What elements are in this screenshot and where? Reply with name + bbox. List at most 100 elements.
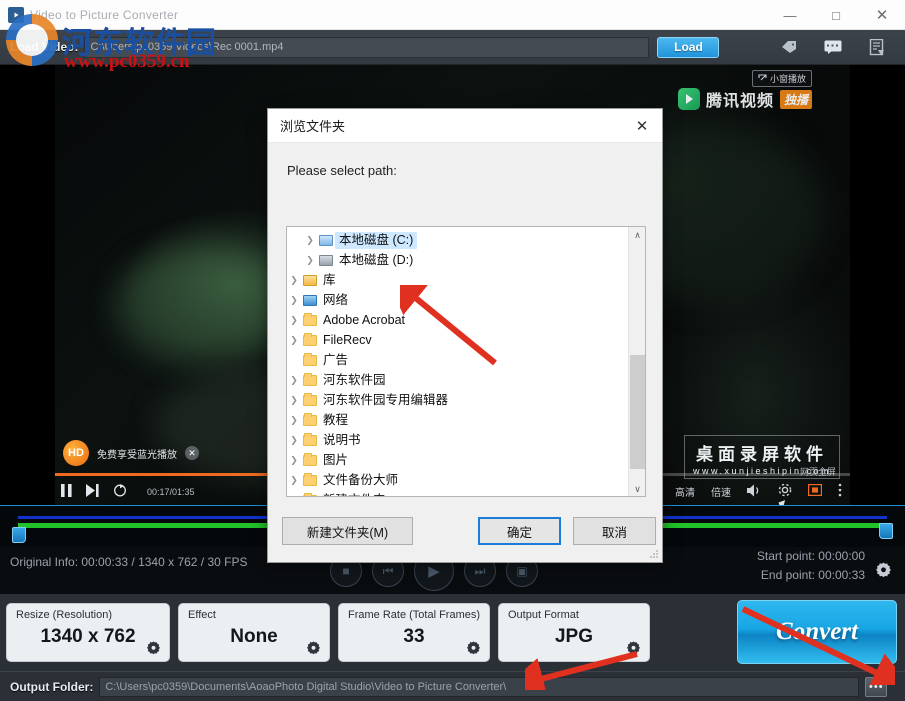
tree-item-label: 库 bbox=[319, 272, 340, 289]
ok-button[interactable]: 确定 bbox=[478, 517, 561, 545]
expand-chevron-icon[interactable]: ❯ bbox=[287, 335, 301, 346]
tree-item[interactable]: ❯ 文件备份大师 bbox=[287, 470, 630, 490]
expand-chevron-icon: ❯ bbox=[287, 495, 301, 498]
tree-item[interactable]: ❯河东软件园 bbox=[287, 370, 630, 390]
cancel-button[interactable]: 取消 bbox=[573, 517, 656, 545]
comment-icon[interactable] bbox=[823, 37, 843, 57]
next-track-icon[interactable] bbox=[86, 484, 99, 500]
more-options-icon[interactable] bbox=[838, 483, 842, 500]
tree-item[interactable]: ❯河东软件园专用编辑器 bbox=[287, 390, 630, 410]
card-frame-rate[interactable]: Frame Rate (Total Frames) 33 bbox=[338, 603, 490, 662]
tree-item-label: 文件备份大师 bbox=[319, 472, 402, 489]
tree-item[interactable]: ❯ 本地磁盘 (D:) bbox=[287, 250, 630, 270]
play-badge-icon bbox=[678, 88, 700, 110]
pause-icon[interactable] bbox=[61, 484, 72, 500]
hd-close-icon[interactable]: ✕ bbox=[185, 446, 199, 460]
tree-item-label: 本地磁盘 (D:) bbox=[335, 252, 417, 269]
toolbar-icons bbox=[779, 37, 887, 57]
tree-item[interactable]: ❯本地磁盘 (C:) bbox=[287, 230, 630, 250]
webpage-fullscreen-icon[interactable] bbox=[808, 484, 822, 499]
tree-item[interactable]: ❯ FileRecv bbox=[287, 330, 630, 350]
folder-icon bbox=[301, 495, 319, 498]
trim-points: Start point: 00:00:00 End point: 00:00:3… bbox=[757, 547, 865, 585]
tree-item[interactable]: ❯ 新建文件夹 bbox=[287, 490, 630, 497]
tree-item[interactable]: ❯教程 bbox=[287, 410, 630, 430]
repeat-icon[interactable] bbox=[113, 483, 127, 500]
card-output-format-gear-icon[interactable] bbox=[626, 640, 641, 658]
expand-chevron-icon[interactable]: ❯ bbox=[287, 435, 301, 446]
load-button[interactable]: Load bbox=[657, 37, 719, 58]
browse-folder-button[interactable]: ••• bbox=[865, 677, 887, 697]
card-resize-value: 1340 x 762 bbox=[7, 626, 169, 648]
card-effect-gear-icon[interactable] bbox=[306, 640, 321, 658]
expand-chevron-icon[interactable]: ❯ bbox=[287, 275, 301, 286]
expand-chevron-icon[interactable]: ❯ bbox=[287, 415, 301, 426]
tag-icon[interactable] bbox=[779, 37, 799, 57]
tree-item[interactable]: ❯库 bbox=[287, 270, 630, 290]
card-resize-gear-icon[interactable] bbox=[146, 640, 161, 658]
title-bar: Video to Picture Converter — □ ✕ bbox=[0, 0, 905, 30]
dialog-buttons: 新建文件夹(M) 确定 取消 bbox=[268, 517, 664, 545]
tree-item-label: 新建文件夹 bbox=[319, 492, 390, 498]
speed-label[interactable]: 倍速 bbox=[711, 484, 731, 499]
end-point-text: End point: 00:00:33 bbox=[757, 566, 865, 585]
convert-button[interactable]: Convert bbox=[737, 600, 897, 664]
timeline-end-handle[interactable] bbox=[879, 523, 893, 539]
expand-chevron-icon[interactable]: ❯ bbox=[287, 475, 301, 486]
hd-promo-overlay: HD 免费享受蓝光播放 ✕ bbox=[63, 440, 199, 466]
folder-tree[interactable]: ❯本地磁盘 (C:)❯本地磁盘 (D:)❯库❯网络❯Adobe Acrobat❯… bbox=[286, 226, 646, 497]
watermark-cn-text: 桌面录屏软件 bbox=[693, 440, 831, 465]
expand-chevron-icon[interactable]: ❯ bbox=[287, 375, 301, 386]
close-button[interactable]: ✕ bbox=[859, 0, 905, 30]
dialog-close-button[interactable]: ✕ bbox=[622, 109, 662, 142]
new-folder-button[interactable]: 新建文件夹(M) bbox=[282, 517, 413, 545]
maximize-button[interactable]: □ bbox=[813, 0, 859, 30]
tree-item-label: FileRecv bbox=[319, 332, 376, 349]
original-info-text: Original Info: 00:00:33 / 1340 x 762 / 3… bbox=[10, 555, 248, 569]
video-path-input[interactable]: C:\Users\pc0359\Videos\Rec 0001.mp4 bbox=[84, 37, 649, 58]
tree-item[interactable]: ❯Adobe Acrobat bbox=[287, 310, 630, 330]
drive-icon bbox=[317, 255, 335, 266]
card-frame-rate-gear-icon[interactable] bbox=[466, 640, 481, 658]
expand-chevron-icon[interactable]: ❯ bbox=[287, 395, 301, 406]
tree-item-label: 网络 bbox=[319, 292, 352, 309]
folder-icon bbox=[301, 355, 319, 366]
expand-chevron-icon[interactable]: ❯ bbox=[287, 315, 301, 326]
settings-gear-icon[interactable] bbox=[778, 483, 792, 500]
mini-window-button[interactable]: 小窗播放 bbox=[752, 70, 812, 87]
expand-chevron-icon[interactable]: ❯ bbox=[287, 455, 301, 466]
webpage-fullscreen-label: 网页全屏 bbox=[800, 465, 836, 478]
dialog-resize-grip[interactable] bbox=[649, 549, 659, 559]
dialog-title-bar: 浏览文件夹 ✕ bbox=[268, 109, 662, 143]
expand-chevron-icon[interactable]: ❯ bbox=[287, 295, 301, 306]
tree-item-label: 图片 bbox=[319, 452, 352, 469]
card-effect[interactable]: Effect None bbox=[178, 603, 330, 662]
expand-chevron-icon[interactable]: ❯ bbox=[303, 235, 317, 246]
timeline-start-handle[interactable] bbox=[12, 527, 26, 543]
player-controls-left: 00:17/01:35 bbox=[61, 483, 195, 500]
tree-item[interactable]: ❯ 图片 bbox=[287, 450, 630, 470]
folder-icon bbox=[301, 435, 319, 446]
card-output-format[interactable]: Output Format JPG bbox=[498, 603, 650, 662]
tree-item[interactable]: ❯说明书 bbox=[287, 430, 630, 450]
trim-settings-gear-icon[interactable] bbox=[873, 559, 893, 579]
card-resize[interactable]: Resize (Resolution) 1340 x 762 bbox=[6, 603, 170, 662]
list-icon[interactable] bbox=[867, 37, 887, 57]
window-title: Video to Picture Converter bbox=[30, 8, 178, 22]
expand-chevron-icon[interactable]: ❯ bbox=[303, 255, 317, 266]
tree-scrollbar[interactable]: ∧ ∨ bbox=[628, 227, 645, 497]
brand-tag: 独播 bbox=[780, 90, 812, 109]
tree-item[interactable]: ❯ 网络 bbox=[287, 290, 630, 310]
minimize-button[interactable]: — bbox=[767, 0, 813, 30]
hd-badge: HD bbox=[63, 440, 89, 466]
quality-label[interactable]: 高清 bbox=[675, 484, 695, 499]
library-icon bbox=[301, 275, 319, 286]
hd-promo-text: 免费享受蓝光播放 bbox=[97, 446, 177, 461]
scroll-down-icon[interactable]: ∨ bbox=[629, 481, 646, 497]
time-display: 00:17/01:35 bbox=[147, 487, 195, 497]
output-folder-input[interactable]: C:\Users\pc0359\Documents\AoaoPhoto Digi… bbox=[99, 677, 859, 697]
tree-item[interactable]: ❯广告 bbox=[287, 350, 630, 370]
volume-icon[interactable] bbox=[747, 484, 762, 500]
scroll-up-icon[interactable]: ∧ bbox=[629, 227, 646, 244]
scrollbar-thumb[interactable] bbox=[630, 355, 645, 469]
